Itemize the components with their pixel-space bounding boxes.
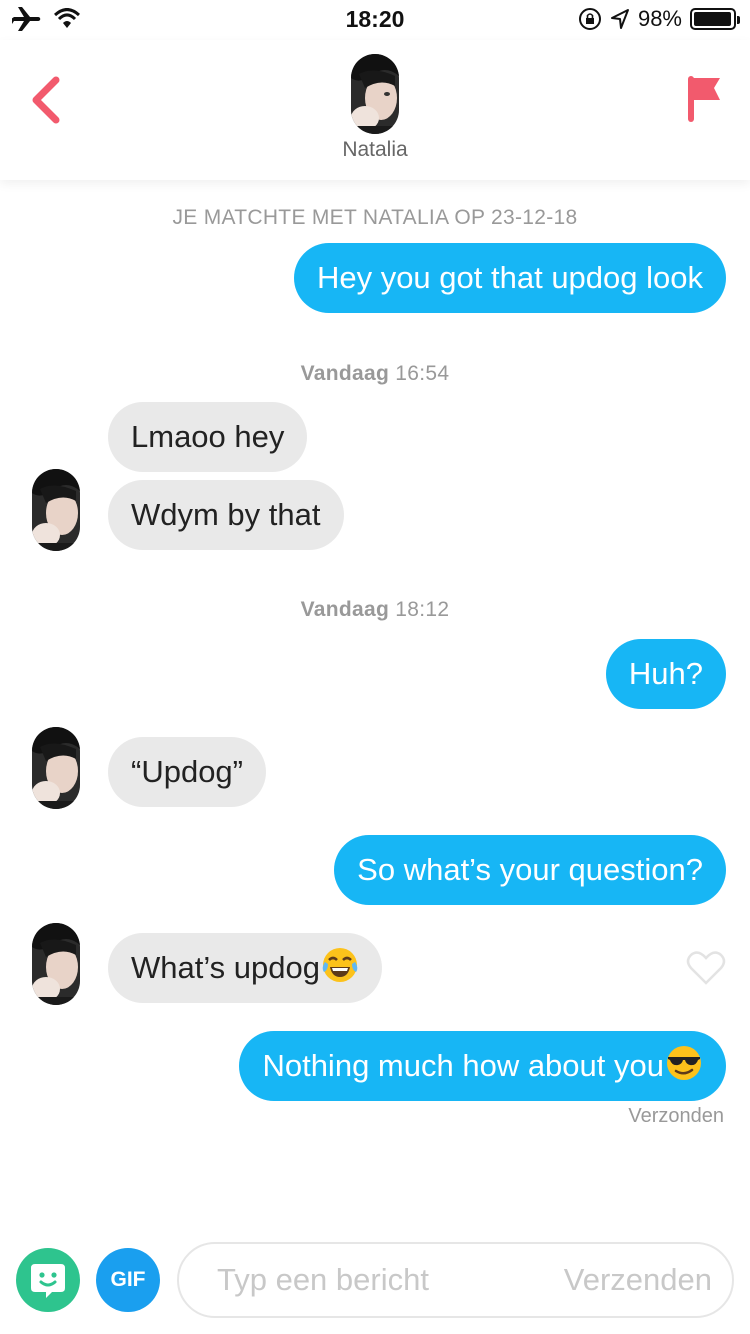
message-sent[interactable]: Hey you got that updog look	[293, 243, 726, 313]
message-sent[interactable]: Huh?	[605, 639, 726, 709]
match-name[interactable]: Natalia	[0, 138, 750, 162]
battery-tip	[737, 16, 740, 24]
status-bar: 18:20 98%	[0, 0, 750, 40]
message-received[interactable]: Wdym by that	[108, 480, 344, 550]
report-button[interactable]	[684, 74, 724, 124]
battery-percent: 98%	[637, 6, 682, 31]
message-text: “Updog”	[131, 754, 243, 789]
message-received[interactable]: “Updog”	[108, 737, 266, 807]
sticker-button[interactable]	[16, 1248, 80, 1312]
separator-time: 16:54	[395, 362, 450, 385]
match-avatar-small[interactable]	[32, 923, 80, 1005]
gif-button[interactable]: GIF	[96, 1248, 160, 1312]
chat-header: Natalia	[0, 40, 750, 180]
smiling-face-with-sunglasses-icon	[667, 1046, 701, 1080]
heart-icon	[686, 951, 726, 985]
status-bar-right: 98%	[578, 6, 740, 32]
face-with-tears-of-joy-icon	[322, 948, 358, 982]
message-text: Hey you got that updog look	[316, 260, 703, 295]
message-status: Verzonden	[628, 1105, 724, 1127]
separator-time: 18:12	[395, 598, 450, 621]
battery-icon	[690, 8, 740, 30]
match-avatar[interactable]	[351, 54, 399, 134]
message-text: What’s updog	[131, 950, 320, 985]
chevron-left-icon	[32, 76, 60, 124]
match-avatar-small[interactable]	[32, 727, 80, 809]
send-button[interactable]: Verzenden	[564, 1258, 712, 1302]
match-notice: JE MATCHTE MET NATALIA OP 23-12-18	[172, 206, 578, 229]
like-message-button[interactable]	[686, 950, 726, 986]
separator-day: Vandaag	[300, 362, 390, 385]
date-separator: Vandaag 16:54	[0, 362, 750, 386]
message-sent[interactable]: Nothing much how about you	[239, 1031, 726, 1101]
orientation-lock-icon	[578, 8, 601, 30]
message-text: So what’s your question?	[357, 852, 703, 887]
message-input-container: Verzenden	[177, 1242, 734, 1318]
message-text: Nothing much how about you	[262, 1048, 664, 1083]
date-separator: Vandaag 18:12	[0, 598, 750, 622]
match-avatar-small[interactable]	[32, 469, 80, 551]
back-button[interactable]	[26, 72, 66, 128]
separator-day: Vandaag	[300, 598, 390, 621]
location-arrow-icon	[610, 9, 629, 29]
message-text: Huh?	[628, 656, 703, 691]
message-sent[interactable]: So what’s your question?	[334, 835, 726, 905]
message-text: Wdym by that	[131, 497, 321, 532]
message-received[interactable]: Lmaoo hey	[108, 402, 308, 472]
message-composer: GIF Verzenden	[0, 1240, 750, 1334]
message-list[interactable]: JE MATCHTE MET NATALIA OP 23-12-18 Hey y…	[0, 180, 750, 1240]
battery-level	[694, 12, 732, 26]
message-text: Lmaoo hey	[131, 419, 285, 454]
flag-icon	[688, 76, 720, 122]
message-input[interactable]	[217, 1258, 517, 1302]
sticker-icon	[31, 1264, 65, 1298]
message-received[interactable]: What’s updog	[108, 933, 382, 1003]
